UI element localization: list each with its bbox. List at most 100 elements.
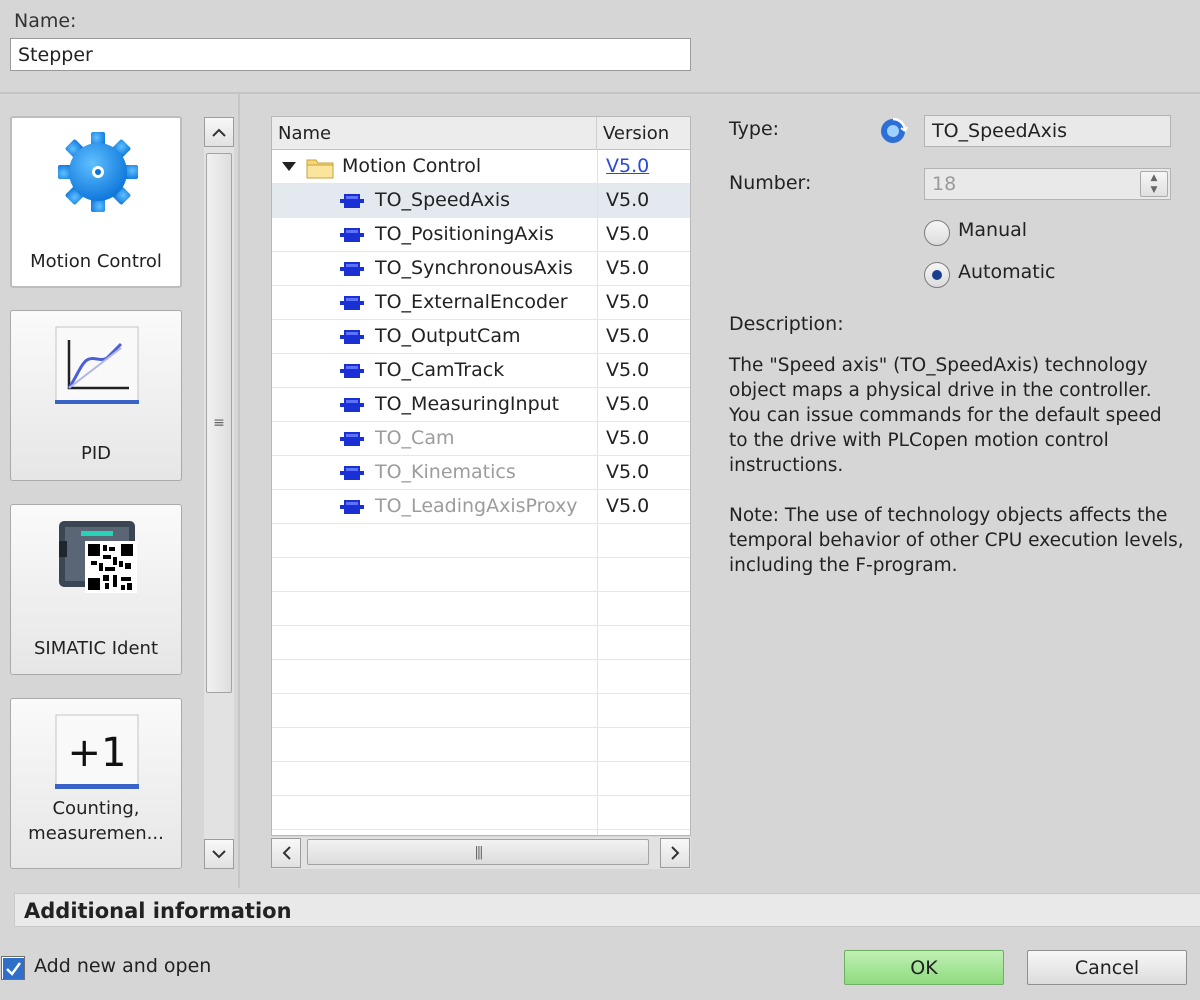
tree-item-row[interactable]: TO_OutputCam V5.0: [272, 320, 690, 354]
tree-item-row[interactable]: TO_Kinematics V5.0: [272, 456, 690, 490]
cancel-button[interactable]: Cancel: [1027, 950, 1187, 985]
tree-item-name: TO_CamTrack: [375, 359, 505, 381]
name-label: Name:: [14, 10, 77, 32]
additional-info-section[interactable]: Additional information: [14, 893, 1200, 927]
folder-label: Motion Control: [342, 155, 482, 177]
name-input[interactable]: [10, 38, 691, 71]
tree-item-name: TO_SynchronousAxis: [375, 257, 573, 279]
object-tree[interactable]: Name Version Motion Control V5.0 TO_Spee…: [271, 116, 691, 836]
description-label: Description:: [729, 313, 844, 335]
tree-item-name: TO_Cam: [375, 427, 455, 449]
chevron-down-icon: [212, 849, 226, 858]
number-field: 18 ▲ ▼: [924, 168, 1171, 200]
radio-manual[interactable]: [924, 220, 950, 246]
tree-item-version: V5.0: [606, 291, 650, 313]
category-label: SIMATIC Ident: [33, 638, 159, 659]
spin-up-icon: ▲: [1150, 173, 1158, 183]
category-label-line2: measuremen...: [28, 823, 164, 844]
category-scrollbar[interactable]: ≡: [204, 117, 234, 869]
category-counting-measurement[interactable]: +1 Counting, measuremen...: [10, 698, 182, 869]
description-text: The "Speed axis" (TO_SpeedAxis) technolo…: [729, 353, 1184, 603]
additional-info-label[interactable]: Additional information: [24, 894, 292, 928]
tree-item-row[interactable]: TO_LeadingAxisProxy V5.0: [272, 490, 690, 524]
radio-manual-label[interactable]: Manual: [958, 219, 1027, 241]
column-header-version[interactable]: Version: [597, 117, 690, 150]
empty-row: [272, 694, 690, 728]
empty-row: [272, 524, 690, 558]
description-paragraph: The "Speed axis" (TO_SpeedAxis) technolo…: [729, 355, 1152, 401]
expand-triangle-icon[interactable]: [282, 162, 296, 172]
ok-button[interactable]: OK: [844, 950, 1004, 985]
scroll-left-button[interactable]: [271, 838, 301, 868]
technology-object-icon: [340, 194, 364, 208]
scroll-up-button[interactable]: [204, 117, 234, 147]
technology-object-icon: [340, 466, 364, 480]
tree-item-name: TO_SpeedAxis: [375, 189, 511, 211]
tree-item-version: V5.0: [606, 393, 650, 415]
number-value: 18: [932, 173, 957, 195]
tree-item-row[interactable]: TO_Cam V5.0: [272, 422, 690, 456]
counter-icon-text: +1: [68, 730, 127, 776]
description-note: Note: The use of technology objects affe…: [729, 505, 1184, 576]
counter-plus-one-icon: +1: [55, 714, 139, 789]
technology-object-icon: [340, 296, 364, 310]
tree-horizontal-scrollbar[interactable]: |||: [271, 837, 691, 869]
category-simatic-ident[interactable]: SIMATIC Ident: [10, 504, 182, 675]
category-label: PID: [80, 443, 112, 464]
technology-object-icon: [340, 500, 364, 514]
technology-object-icon: [340, 330, 364, 344]
folder-icon: [306, 159, 334, 179]
tree-item-row[interactable]: TO_MeasuringInput V5.0: [272, 388, 690, 422]
category-label: Motion Control: [30, 251, 162, 272]
empty-row: [272, 796, 690, 830]
radio-automatic[interactable]: [924, 262, 950, 288]
tree-item-name: TO_PositioningAxis: [375, 223, 554, 245]
pid-chart-icon: [55, 326, 139, 404]
radio-automatic-label[interactable]: Automatic: [958, 261, 1055, 283]
tree-item-name: TO_ExternalEncoder: [375, 291, 568, 313]
column-header-name[interactable]: Name: [272, 117, 597, 150]
category-motion-control[interactable]: Motion Control: [10, 116, 182, 288]
add-new-and-open-label[interactable]: Add new and open: [34, 955, 211, 977]
number-label: Number:: [729, 172, 812, 194]
checkmark-icon: [3, 958, 24, 979]
tree-item-row[interactable]: TO_CamTrack V5.0: [272, 354, 690, 388]
tree-item-version: V5.0: [606, 495, 650, 517]
spin-down-icon: ▼: [1150, 185, 1158, 195]
empty-row: [272, 626, 690, 660]
grip-icon: ≡: [213, 415, 225, 431]
tree-item-row[interactable]: TO_PositioningAxis V5.0: [272, 218, 690, 252]
empty-row: [272, 660, 690, 694]
technology-object-icon: [340, 432, 364, 446]
technology-object-icon: [340, 262, 364, 276]
tree-item-name: TO_Kinematics: [375, 461, 516, 483]
pane-separator: [238, 94, 240, 888]
scroll-thumb[interactable]: |||: [307, 839, 649, 865]
tree-item-row[interactable]: TO_ExternalEncoder V5.0: [272, 286, 690, 320]
grip-icon: |||: [474, 844, 483, 860]
version-link[interactable]: V5.0: [606, 155, 649, 177]
empty-row: [272, 558, 690, 592]
tree-item-row[interactable]: TO_SynchronousAxis V5.0: [272, 252, 690, 286]
tree-header: Name Version: [272, 117, 690, 150]
tree-item-version: V5.0: [598, 184, 690, 217]
speed-axis-type-icon: [881, 117, 908, 143]
tree-item-version: V5.0: [606, 223, 650, 245]
tree-item-version: V5.0: [606, 461, 650, 483]
rfid-reader-icon: [59, 521, 137, 593]
tree-folder-row[interactable]: Motion Control V5.0: [272, 150, 690, 184]
top-separator: [0, 92, 1200, 94]
tree-item-version: V5.0: [606, 427, 650, 449]
description-paragraph: You can issue commands for the default s…: [729, 405, 1162, 476]
scroll-down-button[interactable]: [204, 839, 234, 869]
category-pid[interactable]: PID: [10, 310, 182, 481]
add-new-and-open-checkbox[interactable]: [1, 956, 25, 980]
technology-object-icon: [340, 364, 364, 378]
scroll-thumb[interactable]: ≡: [206, 153, 232, 693]
scroll-right-button[interactable]: [660, 838, 690, 868]
category-label-line1: Counting,: [52, 798, 140, 819]
chevron-up-icon: [212, 128, 226, 137]
tree-item-row[interactable]: TO_SpeedAxis V5.0: [272, 184, 690, 218]
number-spinner: ▲ ▼: [1140, 171, 1168, 197]
tree-item-name: TO_MeasuringInput: [375, 393, 560, 415]
